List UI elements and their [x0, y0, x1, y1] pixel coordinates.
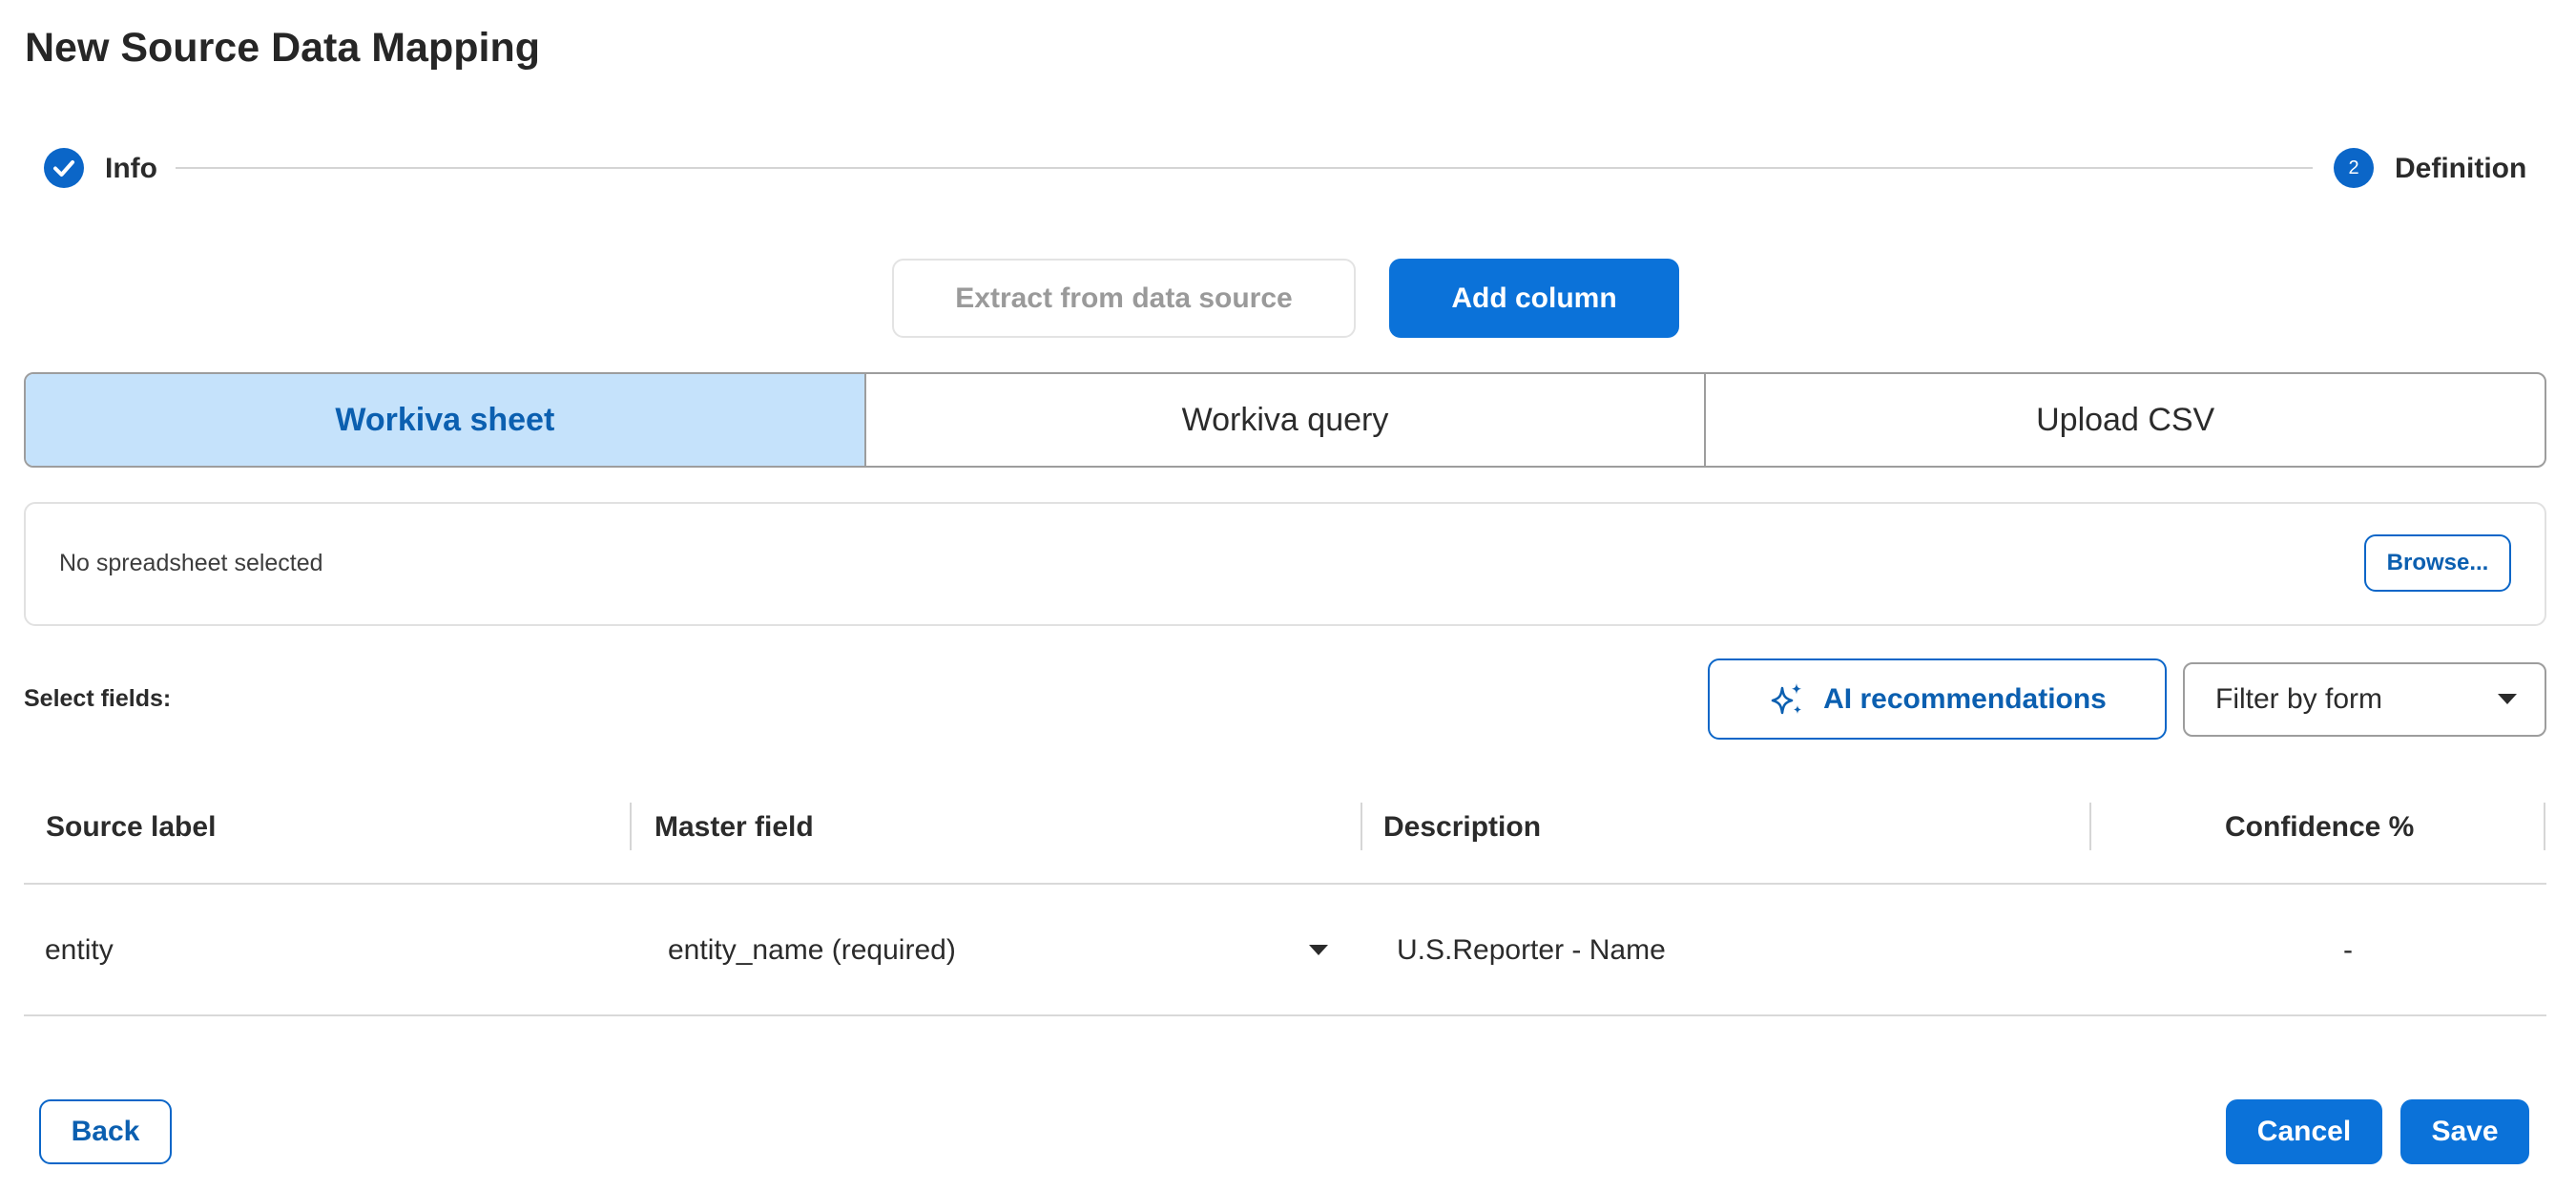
- column-header-source-label: Source label: [46, 811, 217, 843]
- add-column-button[interactable]: Add column: [1389, 259, 1679, 338]
- caret-down-icon: [1309, 945, 1328, 955]
- column-divider: [2544, 803, 2545, 850]
- cell-source-label: entity: [45, 934, 114, 966]
- column-header-confidence: Confidence %: [2225, 811, 2415, 843]
- step-info-label: Info: [105, 153, 157, 184]
- spreadsheet-selector-panel: [24, 502, 2546, 626]
- column-divider: [2089, 803, 2091, 850]
- filter-by-form-dropdown[interactable]: Filter by form: [2183, 662, 2546, 737]
- extract-from-data-source-button[interactable]: Extract from data source: [892, 259, 1356, 338]
- tab-workiva-query[interactable]: Workiva query: [863, 374, 1705, 466]
- tab-workiva-sheet[interactable]: Workiva sheet: [26, 374, 864, 466]
- step-definition-label: Definition: [2395, 153, 2527, 184]
- column-header-description: Description: [1383, 811, 1542, 843]
- spreadsheet-status-text: No spreadsheet selected: [59, 550, 323, 576]
- cell-confidence: -: [2343, 934, 2353, 966]
- save-button[interactable]: Save: [2400, 1099, 2529, 1164]
- cancel-button[interactable]: Cancel: [2226, 1099, 2382, 1164]
- tab-upload-csv[interactable]: Upload CSV: [1704, 374, 2545, 466]
- sparkle-icon: [1771, 682, 1802, 714]
- dialog-title: New Source Data Mapping: [25, 25, 540, 71]
- source-type-tabs: Workiva sheet Workiva query Upload CSV: [24, 372, 2546, 468]
- column-divider: [1361, 803, 1362, 850]
- back-button[interactable]: Back: [39, 1099, 172, 1164]
- step-completed-check-icon: [44, 148, 84, 188]
- cell-description: U.S.Reporter - Name: [1397, 934, 1666, 966]
- check-icon: [53, 160, 74, 177]
- step-definition-number: 2: [2334, 148, 2374, 188]
- column-header-master-field: Master field: [654, 811, 814, 843]
- filter-by-form-value: Filter by form: [2215, 683, 2383, 715]
- ai-recommendations-label: AI recommendations: [1823, 682, 2107, 715]
- caret-down-icon: [2498, 694, 2517, 704]
- stepper-connector: [176, 167, 2313, 169]
- browse-button[interactable]: Browse...: [2364, 534, 2511, 592]
- column-divider: [630, 803, 632, 850]
- master-field-value: entity_name (required): [668, 934, 956, 966]
- master-field-select[interactable]: entity_name (required): [658, 921, 1340, 980]
- select-fields-label: Select fields:: [24, 685, 172, 712]
- ai-recommendations-button[interactable]: AI recommendations: [1708, 658, 2167, 740]
- table-row-divider: [24, 1014, 2546, 1016]
- table-header-divider: [24, 883, 2546, 885]
